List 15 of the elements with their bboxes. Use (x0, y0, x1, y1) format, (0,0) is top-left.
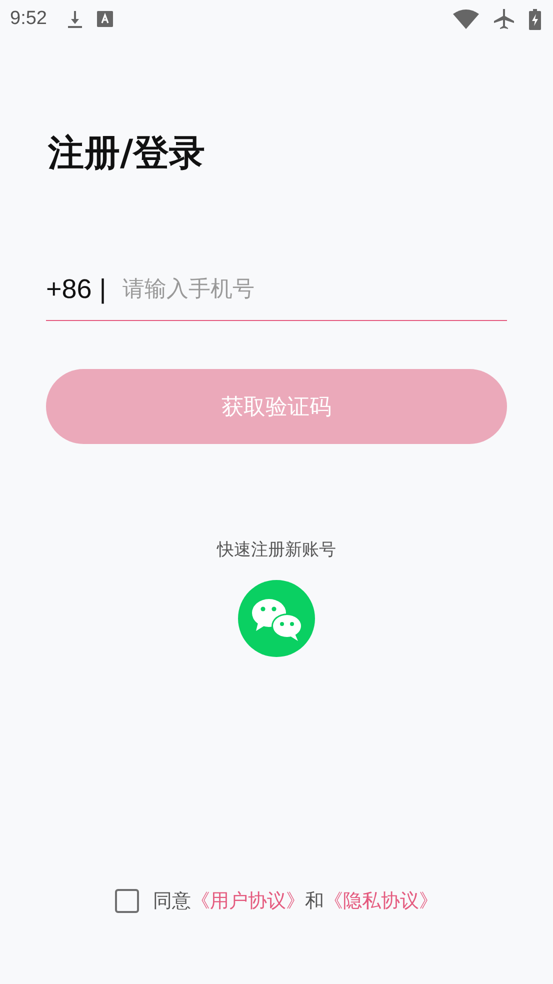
status-time: 9:52 (10, 8, 47, 30)
page-title: 注册/登录 (48, 132, 206, 176)
agree-checkbox[interactable] (115, 889, 139, 913)
agreement-text: 和 (305, 889, 324, 914)
wifi-icon (453, 9, 479, 29)
airplane-icon (493, 8, 515, 30)
agreement-link[interactable]: 《用户协议》 (191, 888, 305, 914)
country-code: +86 | (46, 274, 106, 304)
agreement-link[interactable]: 《隐私协议》 (324, 888, 438, 914)
keyboard-letter-icon (96, 11, 113, 27)
battery-icon (529, 8, 541, 30)
quick-register-label: 快速注册新账号 (217, 539, 336, 561)
phone-input[interactable]: 请输入手机号 (120, 276, 507, 302)
agreement-text: 同意 (153, 889, 191, 914)
download-icon (66, 9, 83, 29)
